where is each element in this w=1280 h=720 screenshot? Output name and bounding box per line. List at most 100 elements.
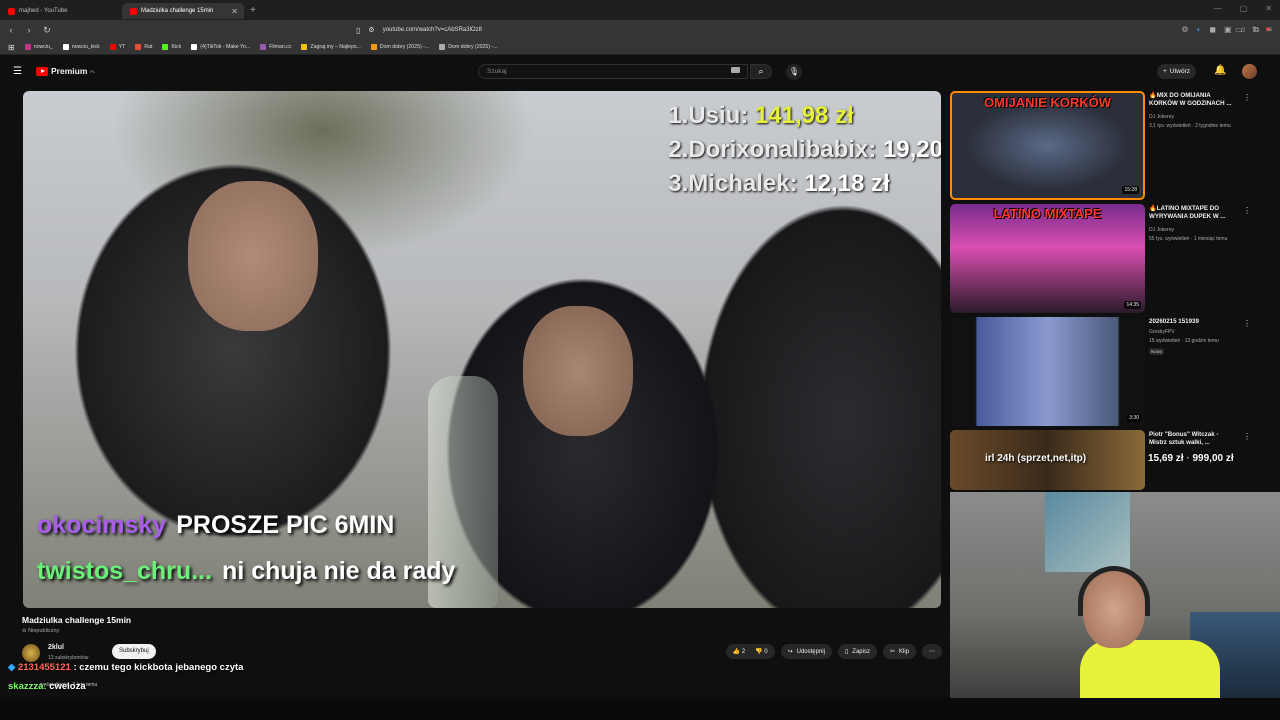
comment-username: skazzza: (8, 681, 47, 692)
comment-text: : czemu tego kickbota jebanego czyta (73, 662, 244, 673)
bookmark-favicon-icon (370, 44, 377, 50)
bookmark-item[interactable]: Rat (135, 44, 152, 50)
like-button[interactable]: 👍 2 (733, 648, 746, 655)
video-thumbnail[interactable]: 3:30 (950, 317, 1145, 426)
clip-button[interactable]: ✂ Klip (882, 644, 916, 659)
more-options-icon[interactable]: ⋮ (1243, 93, 1251, 102)
recommendation-item[interactable]: LATINO MIXTAPE 14:35 🔥LATINO MIXTAPE DO … (950, 204, 1255, 317)
more-actions-button[interactable]: ⋯ (922, 644, 942, 659)
extensions-right: ⚙ ◐ ◼ ▣ ♫ ⧉ ≡ (1181, 25, 1272, 35)
more-options-icon[interactable]: ⋮ (1243, 432, 1251, 441)
recommendation-title[interactable]: 20260215 151939 (1149, 318, 1237, 326)
hamburger-menu-icon[interactable]: ☰ (13, 66, 22, 77)
thumbs-down-icon: 👎 (755, 649, 763, 655)
browser-tab[interactable]: majhed - YouTube (0, 3, 122, 19)
search-input[interactable]: Szukaj (478, 64, 748, 79)
new-tab-icon[interactable]: + (250, 5, 256, 16)
browser-menu-icon[interactable]: ≡ (1267, 25, 1272, 35)
recommendation-item[interactable]: 3:30 20260215 151939 GorskyFPV 15 wyświe… (950, 317, 1255, 430)
bookmark-item[interactable]: nowciu_ (24, 44, 53, 50)
channel-avatar[interactable] (22, 644, 40, 662)
person-figure (188, 181, 318, 331)
bookmark-item[interactable]: nowciu_kick (62, 44, 100, 50)
duration-badge: 3:30 (1127, 414, 1141, 422)
extension-icon[interactable]: ◼ (1209, 25, 1216, 35)
browser-tab-active[interactable]: Madziulka challenge 15min ✕ (122, 3, 244, 19)
room-background (1045, 492, 1130, 572)
url-field[interactable]: ▯ ⚙ youtube.com/watch?v=cAbSRa3lOz8 (350, 23, 910, 37)
chat-line: okocimsky PROSZE PIC 6MIN (37, 511, 394, 540)
window-controls: — ▢ ✕ (1214, 4, 1272, 13)
bookmark-icon[interactable]: ▯ (356, 26, 360, 35)
video-thumbnail[interactable]: OMIJANIE KORKÓW 15:28 (950, 91, 1145, 200)
bookmark-item[interactable]: Dom dobry (2025) -... (370, 44, 429, 50)
back-icon[interactable]: ‹ (4, 25, 18, 35)
recommendation-channel[interactable]: DJ Jokerey (1149, 227, 1174, 233)
headphones-figure (1078, 566, 1150, 616)
search-button[interactable]: ⌕ (750, 64, 772, 79)
channel-row: 2klul 13 subskrybentów Subskrybuj 👍 2 👎 … (22, 640, 942, 662)
new-badge: Nowy (1149, 348, 1165, 355)
thumbnail-text: OMIJANIE KORKÓW (983, 95, 1112, 110)
recommendation-meta: 15 wyświetleń · 13 godzin temu (1149, 338, 1219, 344)
bookmark-item[interactable]: (4)TikTok - Make Yo... (191, 44, 250, 50)
video-info: Madziulka challenge 15min ⊖ Niepubliczny (22, 615, 942, 634)
bookmark-favicon-icon (62, 44, 69, 50)
youtube-play-icon (36, 66, 48, 76)
recommendation-title[interactable]: 🔥MIX DO OMIJANIA KORKÓW W GODZINACH ... (1149, 92, 1237, 108)
bookmark-item[interactable]: Zagraj.my – Najleps... (301, 44, 361, 50)
dislike-button[interactable]: 👎 0 (755, 648, 768, 655)
more-options-icon[interactable]: ⋮ (1243, 206, 1251, 215)
youtube-logo[interactable]: Premium PL (36, 66, 95, 76)
extensions-icon[interactable]: ⧉ (1254, 25, 1260, 35)
bookmarks-bar: ⊞ nowciu_ nowciu_kick YT Rat Kick (4)Tik… (0, 40, 1280, 55)
comment-username: 2131455121 (17, 662, 71, 673)
scissors-icon: ✂ (889, 649, 895, 655)
voice-search-button[interactable]: 🎙 (786, 64, 802, 80)
save-button[interactable]: ▯ Zapisz (837, 644, 877, 659)
video-thumbnail[interactable]: LATINO MIXTAPE 14:35 (950, 204, 1145, 313)
youtube-header: ☰ Premium PL Szukaj ⌕ 🎙 + Utwórz 🔔 (0, 57, 1280, 85)
donation-target: 999,00 zł (1192, 453, 1234, 464)
recommendation-channel[interactable]: DJ Jokerey (1149, 114, 1174, 120)
forward-icon[interactable]: › (22, 25, 36, 35)
bookmark-item[interactable]: Filman.cc (260, 44, 291, 50)
close-tab-icon[interactable]: ✕ (231, 7, 238, 16)
more-options-icon[interactable]: ⋮ (1243, 319, 1251, 328)
extension-icon[interactable]: ⚙ (1181, 25, 1188, 35)
recommendation-channel[interactable]: GorskyFPV (1149, 329, 1175, 335)
notifications-bell-icon[interactable]: 🔔 (1214, 65, 1226, 76)
keyboard-icon[interactable] (731, 67, 740, 73)
bookmark-favicon-icon (135, 44, 142, 50)
like-dislike-group: 👍 2 👎 0 (725, 644, 775, 659)
maximize-icon[interactable]: ▢ (1240, 4, 1248, 13)
minimize-icon[interactable]: — (1214, 4, 1222, 13)
user-avatar[interactable] (1242, 64, 1257, 79)
create-button[interactable]: + Utwórz (1157, 64, 1197, 79)
donation-current: 15,69 zł (1148, 453, 1184, 464)
media-icon[interactable]: ♫ (1240, 25, 1246, 35)
close-window-icon[interactable]: ✕ (1265, 4, 1272, 13)
leaderboard-row: 3.Michalek: 12,18 zł (668, 170, 890, 197)
video-player[interactable]: 1.Usiu: 141,98 zł 2.Dorixonalibabix: 19,… (23, 91, 941, 608)
bookmark-item[interactable]: YT (109, 44, 125, 50)
subscriber-count: 13 subskrybentów (48, 655, 89, 661)
donation-separator: · (1186, 453, 1190, 464)
apps-icon[interactable]: ⊞ (8, 43, 15, 52)
site-info-icon[interactable]: ⚙ (368, 26, 374, 34)
share-button[interactable]: ↪ Udostępnij (780, 644, 832, 659)
channel-name[interactable]: 2klul (48, 644, 64, 651)
recommendation-title[interactable]: Piotr "Bonus" Witczak - Mistrz sztuk wal… (1149, 431, 1237, 447)
donation-leaderboard: 1.Usiu: 141,98 zł 2.Dorixonalibabix: 19,… (668, 99, 941, 201)
bookmark-item[interactable]: Kick (162, 44, 181, 50)
recommendation-title[interactable]: 🔥LATINO MIXTAPE DO WYRYWANIA DUPEK W ... (1149, 205, 1237, 221)
video-title: Madziulka challenge 15min (22, 615, 132, 625)
bookmark-favicon-icon (191, 44, 198, 50)
bookmark-item[interactable]: Dom dobry (2025) -... (439, 44, 498, 50)
chat-username: twistos_chru... (37, 557, 213, 585)
recommendation-item[interactable]: OMIJANIE KORKÓW 15:28 🔥MIX DO OMIJANIA K… (950, 91, 1255, 204)
extension-icon[interactable]: ◐ (1197, 25, 1202, 35)
subscribe-button[interactable]: Subskrybuj (112, 644, 156, 659)
reload-icon[interactable]: ↻ (40, 25, 54, 36)
extension-icon[interactable]: ▣ (1224, 25, 1232, 35)
